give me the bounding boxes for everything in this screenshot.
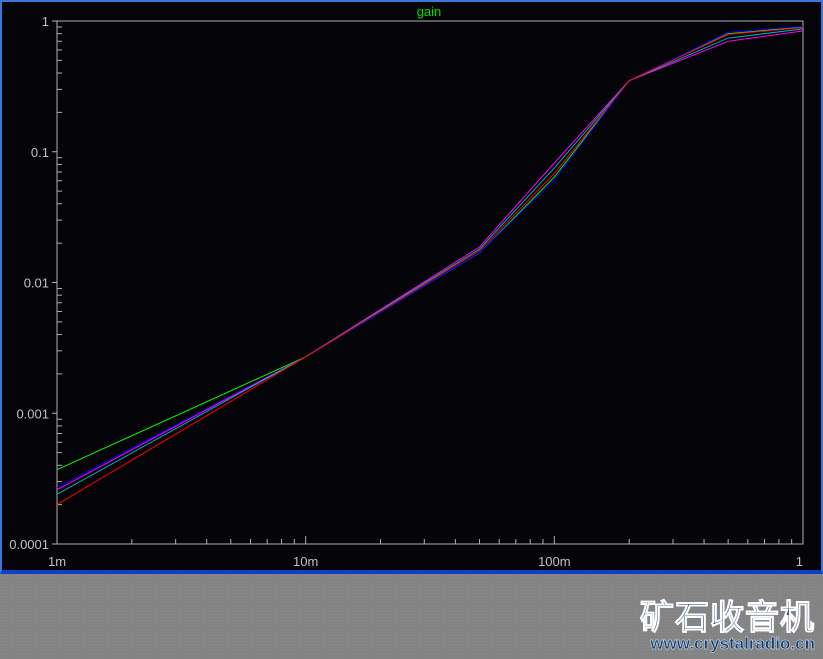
gain-chart: gain 1m 10m 100m 1 1 0.1 0.01 0.001 0.0001: [9, 4, 804, 569]
y-tick-label: 0.0001: [9, 537, 49, 552]
y-tick-label: 0.001: [16, 406, 49, 421]
series-line-red: [56, 27, 804, 506]
x-tick-label: 1m: [48, 554, 66, 569]
series-line-green: [56, 26, 804, 471]
y-tick-label: 1: [42, 14, 49, 29]
watermark-logo: 矿石收音机: [640, 599, 815, 638]
y-tick-label: 0.01: [24, 276, 49, 291]
x-tick-label: 1: [796, 554, 803, 569]
series-line-cyan: [56, 28, 804, 495]
x-tick-label: 10m: [293, 554, 318, 569]
watermark-url: www.crystalradio.cn: [650, 634, 815, 653]
x-tick-label: 100m: [538, 554, 571, 569]
chart-title: gain: [417, 4, 442, 19]
y-tick-label: 0.1: [31, 145, 49, 160]
series-line-magenta: [56, 30, 804, 491]
